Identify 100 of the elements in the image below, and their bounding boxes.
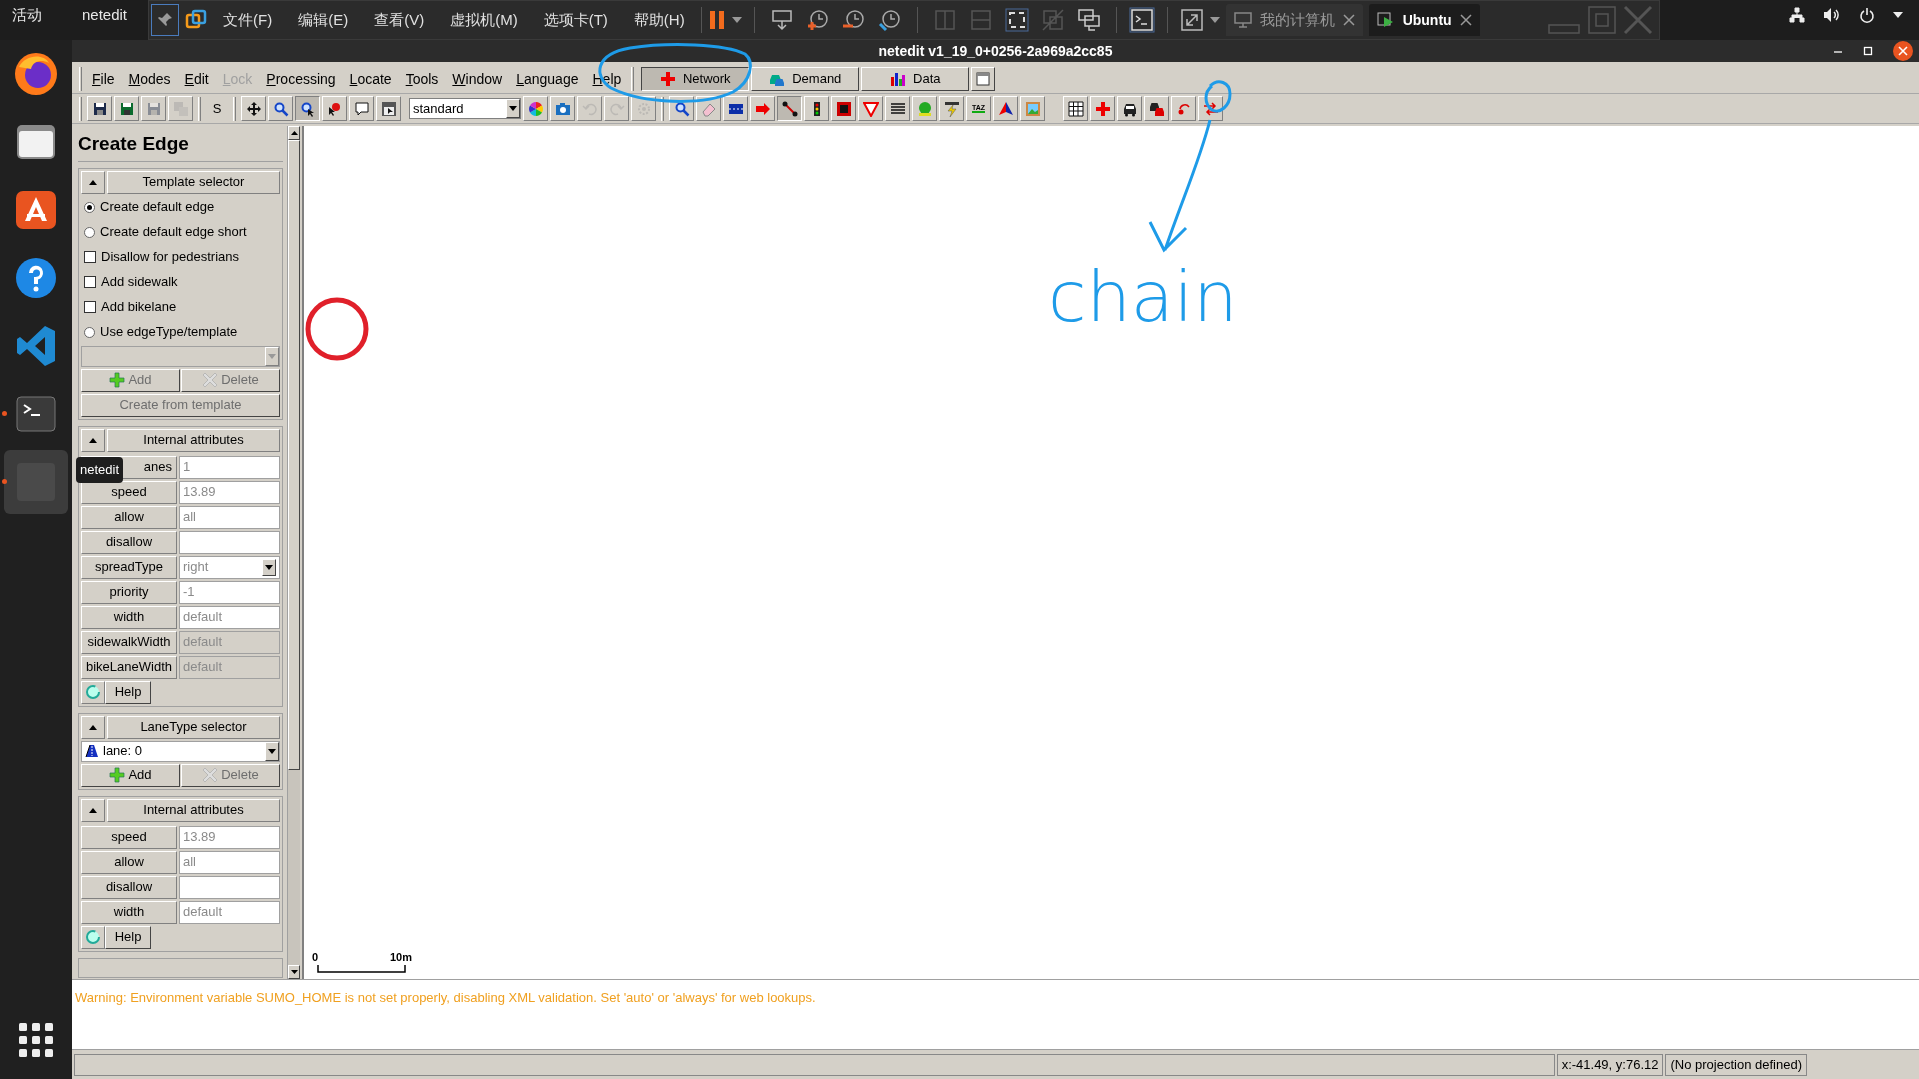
radio-button[interactable]	[84, 201, 95, 213]
radio-option[interactable]: Use edgeType/template	[81, 320, 280, 344]
tab-label: 我的计算机	[1259, 9, 1335, 30]
pyramid-icon	[997, 100, 1014, 117]
vm-tab[interactable]: 我的计算机	[1225, 4, 1363, 36]
monitors-icon[interactable]	[1076, 8, 1101, 32]
picture-frame-icon	[1024, 100, 1041, 117]
speech-bubble-icon	[353, 100, 370, 117]
scheme-dropdown[interactable]: standard	[409, 98, 521, 119]
clock-plus-icon[interactable]	[805, 8, 830, 32]
attribute-label: sidewalkWidth	[81, 630, 177, 654]
menu-item[interactable]: 查看(V)	[364, 8, 435, 32]
menu-item[interactable]: 编辑(E)	[288, 8, 359, 32]
input-field[interactable]: all	[179, 850, 280, 874]
up-triangle-icon	[89, 437, 97, 443]
s-label[interactable]: S	[206, 98, 228, 119]
pin-icon	[157, 12, 173, 28]
checkbox[interactable]	[84, 276, 96, 288]
expand-icon[interactable]	[1179, 8, 1204, 32]
overlapping-squares-icon	[185, 9, 207, 31]
help-button[interactable]: Help	[105, 925, 151, 949]
collapse-button[interactable]	[81, 798, 105, 822]
cross-icon	[659, 71, 676, 87]
input-field[interactable]: -1	[179, 580, 280, 604]
menu-item[interactable]: 虚拟机(M)	[440, 8, 528, 32]
close-icon[interactable]	[1893, 41, 1913, 61]
caret-icon	[265, 564, 273, 570]
checkbox[interactable]	[84, 251, 96, 263]
input-field[interactable]: 13.89	[179, 825, 280, 849]
menu-item[interactable]: Processing	[259, 68, 343, 90]
triangle-icon	[862, 100, 879, 117]
input-field[interactable]	[179, 875, 280, 899]
camera-icon	[554, 100, 571, 117]
radio-option[interactable]: Create default edge short	[81, 220, 280, 244]
app-name[interactable]: netedit	[82, 3, 128, 27]
clock-wrench-icon[interactable]	[877, 8, 902, 32]
caret-icon[interactable]	[1893, 12, 1903, 18]
console-icon[interactable]	[1128, 7, 1155, 33]
fullscreen-icon[interactable]	[1004, 8, 1029, 32]
collapse-button[interactable]	[81, 170, 105, 194]
input-field[interactable]: all	[179, 505, 280, 529]
activities-button[interactable]: 活动	[12, 3, 42, 27]
radio-button[interactable]	[84, 326, 95, 338]
checkbox-option[interactable]: Add bikelane	[81, 295, 280, 319]
add-button[interactable]: Add	[81, 763, 180, 787]
input-field[interactable]: 13.89	[179, 480, 280, 504]
power-icon[interactable]	[1859, 7, 1875, 23]
reset-button[interactable]	[81, 680, 105, 704]
vm-tab[interactable]: Ubuntu	[1368, 4, 1480, 36]
plus-icon	[109, 372, 126, 388]
menu-item[interactable]: 帮助(H)	[623, 8, 695, 32]
menu-item[interactable]: Tools	[398, 68, 446, 90]
toolbar-button[interactable]	[777, 96, 802, 121]
search-icon	[272, 100, 289, 117]
pin-button[interactable]	[151, 4, 179, 36]
lanetype-dropdown[interactable]: lane: 0	[81, 740, 280, 762]
volume-icon[interactable]	[1823, 7, 1841, 23]
menu-item[interactable]: Locate	[342, 68, 399, 90]
input-field[interactable]	[179, 530, 280, 554]
close-icon[interactable]	[1459, 14, 1472, 26]
checkbox[interactable]	[84, 301, 96, 313]
grid-icon	[1067, 100, 1084, 117]
attribute-label: allow	[81, 850, 177, 874]
up-triangle-icon	[89, 179, 97, 185]
arrow-icon	[754, 100, 771, 117]
checkbox-option[interactable]: Add sidewalk	[81, 270, 280, 294]
menu-item[interactable]: 选项卡(T)	[533, 8, 618, 32]
collapse-button[interactable]	[81, 428, 105, 452]
help-button[interactable]: Help	[105, 680, 151, 704]
app-grid-icon[interactable]	[19, 1023, 53, 1057]
pause-icon[interactable]	[707, 10, 726, 30]
menu-item[interactable]: Window	[445, 68, 510, 90]
plus-icon	[109, 767, 126, 783]
menu-item[interactable]: File	[85, 68, 122, 90]
menu-item[interactable]: Language	[509, 68, 586, 90]
input-field[interactable]: default	[179, 900, 280, 924]
attribute-label: bikeLaneWidth	[81, 655, 177, 679]
dropdown[interactable]: right	[179, 555, 280, 579]
menu-item[interactable]: 文件(F)	[213, 8, 283, 32]
reset-button[interactable]	[81, 925, 105, 949]
monitor-arrow-icon[interactable]	[769, 8, 794, 32]
menu-item[interactable]: Modes	[121, 68, 178, 90]
junction-circle	[304, 296, 370, 362]
radio-button[interactable]	[84, 226, 95, 238]
toolbar-button[interactable]	[295, 96, 320, 121]
collapse-button[interactable]	[81, 715, 105, 739]
search-icon	[673, 100, 690, 117]
mode-tab[interactable]: Data	[861, 67, 970, 91]
fox-globe-icon	[13, 51, 59, 97]
input-field[interactable]: default	[179, 605, 280, 629]
menu-item[interactable]: Edit	[177, 68, 216, 90]
maximize-icon[interactable]	[1863, 46, 1873, 56]
scrollbar[interactable]	[287, 126, 300, 979]
window-toggle-button[interactable]	[971, 67, 996, 91]
checkbox-option[interactable]: Disallow for pedestrians	[81, 245, 280, 269]
mode-tab[interactable]: Network	[641, 67, 750, 91]
bar-chart-icon	[890, 71, 907, 87]
network-icon[interactable]	[1789, 7, 1805, 23]
radio-option[interactable]: Create default edge	[81, 195, 280, 219]
mode-tab[interactable]: Demand	[751, 67, 860, 91]
